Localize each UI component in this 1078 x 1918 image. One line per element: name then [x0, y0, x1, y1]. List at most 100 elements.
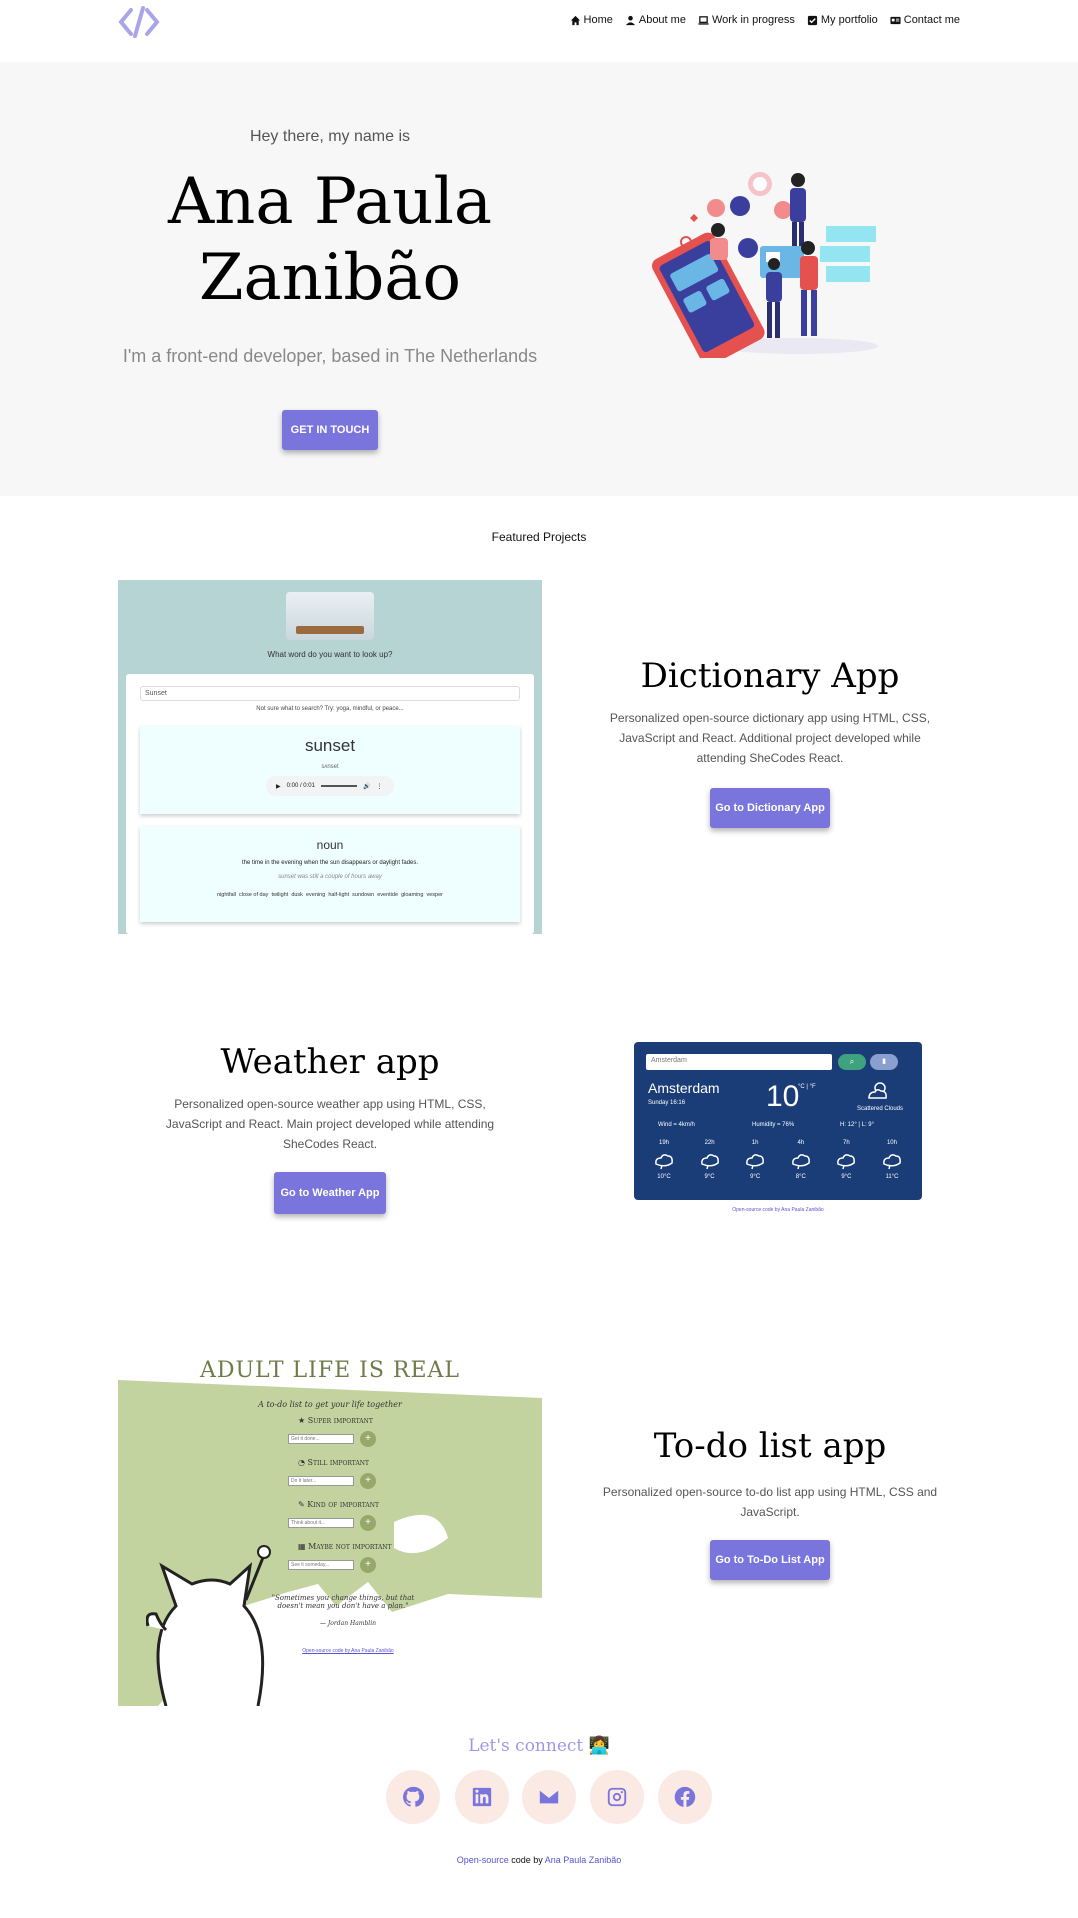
todo-section: ▦ Maybe not important See it someday... +: [288, 1542, 408, 1582]
todo-app-screenshot[interactable]: ADULT LIFE IS REAL A to-do list to get y…: [118, 1352, 542, 1706]
forecast-temp: 9°C: [841, 1174, 852, 1180]
nav-work[interactable]: Work in progress: [698, 14, 795, 26]
todo-add-button[interactable]: +: [360, 1557, 376, 1573]
todo-add-button[interactable]: +: [360, 1473, 376, 1489]
lets-connect-heading: Let's connect 👩‍💻: [468, 1736, 610, 1756]
linkedin-link[interactable]: [455, 1770, 509, 1824]
envelope-icon: [539, 1790, 559, 1804]
facebook-link[interactable]: [658, 1770, 712, 1824]
go-to-dictionary-button[interactable]: Go to Dictionary App: [710, 788, 830, 828]
code-logo-icon[interactable]: [117, 4, 161, 40]
hourly-forecast: 19h 10°C 22h 9°C 1h 9°C 4h 8°C 7h 9°C 10h 11°C: [644, 1140, 912, 1196]
forecast-temp: 8°C: [795, 1174, 806, 1180]
weather-title: Weather app: [220, 1042, 440, 1082]
hero-greeting: Hey there, my name is: [249, 128, 411, 145]
user-icon: [625, 15, 635, 25]
nav-label: Home: [583, 14, 613, 26]
todo-input[interactable]: See it someday...: [288, 1560, 354, 1570]
dict-synonyms: nightfall close of day twilight dusk eve…: [217, 892, 443, 898]
id-card-icon: [890, 16, 901, 24]
dict-example: sunset was still a couple of hours away: [278, 874, 382, 880]
linkedin-icon: [472, 1787, 492, 1807]
forecast-hour: 4h: [797, 1140, 805, 1146]
todo-section: ✎ Kind of important Think about it... +: [288, 1500, 408, 1540]
open-source-link[interactable]: Open-source: [457, 1855, 509, 1865]
audio-progress[interactable]: [320, 785, 357, 787]
weather-search-button[interactable]: ⌕: [838, 1054, 866, 1070]
todo-add-button[interactable]: +: [360, 1515, 376, 1531]
todo-input[interactable]: Get it done...: [288, 1434, 354, 1444]
dict-search-input[interactable]: Sunset: [140, 686, 520, 701]
laptop-icon: [698, 15, 709, 25]
weather-app-screenshot[interactable]: Amsterdam ⌕ ▮ Amsterdam Sunday 16:16 10 …: [634, 1042, 922, 1200]
cloud-icon: [746, 1154, 765, 1170]
weather-location-button[interactable]: ▮: [870, 1054, 898, 1070]
dict-part-of-speech: noun: [316, 838, 344, 852]
more-icon[interactable]: ⋮: [376, 783, 382, 790]
github-link[interactable]: [386, 1770, 440, 1824]
forecast-hour: 7h: [843, 1140, 850, 1146]
email-link[interactable]: [522, 1770, 576, 1824]
forecast-hour: 22h: [704, 1140, 715, 1146]
todo-section-label: ◔ Still important: [298, 1458, 369, 1467]
forecast-column: 4h 8°C: [781, 1140, 821, 1196]
dict-phonetic: sʌnset: [321, 764, 339, 770]
todo-title-heading: To-do list app: [653, 1426, 887, 1466]
weather-credit[interactable]: Open-source code by Ana Paula Zanibão: [634, 1207, 922, 1213]
dict-hint: Not sure what to search? Try: yoga, mind…: [256, 706, 404, 712]
search-icon: ⌕: [849, 1057, 855, 1066]
clock-icon: ◔: [298, 1458, 305, 1467]
cloud-icon: [883, 1154, 901, 1170]
todo-description: Personalized open-source to-do list app …: [602, 1485, 938, 1519]
forecast-temp: 11°C: [885, 1174, 899, 1180]
bar-chart-icon: ▮: [882, 1058, 886, 1065]
cat-drawing: [146, 1545, 271, 1706]
nav-portfolio[interactable]: My portfolio: [807, 14, 878, 26]
audio-time: 0:00 / 0:01: [286, 783, 315, 789]
weather-search-input[interactable]: Amsterdam: [646, 1054, 832, 1070]
forecast-column: 10h 11°C: [872, 1140, 912, 1196]
forecast-column: 19h 10°C: [644, 1140, 684, 1196]
dict-audio-player[interactable]: ▶ 0:00 / 0:01 🔊 ⋮: [266, 776, 394, 796]
todo-credit[interactable]: Open-source code by Ana Paula Zanibão: [288, 1648, 408, 1654]
forecast-temp: 9°C: [704, 1174, 715, 1180]
play-icon[interactable]: ▶: [276, 783, 281, 790]
edit-icon: ✎: [298, 1500, 305, 1509]
weather-wind: Wind = 4km/h: [658, 1122, 695, 1128]
github-icon: [402, 1786, 424, 1807]
weather-temp: 10: [766, 1080, 800, 1113]
go-to-weather-button[interactable]: Go to Weather App: [274, 1172, 386, 1214]
instagram-link[interactable]: [590, 1770, 644, 1824]
todo-section-text: Still important: [307, 1458, 370, 1467]
get-in-touch-button[interactable]: GET IN TOUCH: [282, 410, 378, 450]
todo-section-text: Maybe not important: [308, 1542, 392, 1551]
forecast-column: 1h 9°C: [735, 1140, 775, 1196]
hero-name: Ana Paula Zanibão: [118, 164, 542, 316]
todo-subtitle: A to-do list to get your life together: [258, 1400, 402, 1409]
todo-section-label: ★ Super important: [298, 1416, 373, 1425]
todo-section: ★ Super important Get it done... +: [288, 1416, 408, 1456]
todo-section-text: Super important: [307, 1416, 373, 1425]
author-link[interactable]: Ana Paula Zanibão: [545, 1855, 622, 1865]
todo-add-button[interactable]: +: [360, 1431, 376, 1447]
nav-about[interactable]: About me: [625, 14, 686, 26]
todo-input[interactable]: Do it later...: [288, 1476, 354, 1486]
dictionary-description: Personalized open-source dictionary app …: [609, 711, 931, 765]
volume-icon[interactable]: 🔊: [363, 783, 370, 790]
dictionary-app-screenshot[interactable]: What word do you want to look up? Sunset…: [118, 580, 542, 934]
go-to-todo-button[interactable]: Go to To-Do List App: [710, 1540, 830, 1580]
dict-definition: the time in the evening when the sun dis…: [241, 860, 419, 866]
nav-home[interactable]: Home: [570, 14, 613, 26]
todo-section: ◔ Still important Do it later... +: [288, 1458, 408, 1498]
todo-title: ADULT LIFE IS REAL: [199, 1358, 461, 1383]
todo-input[interactable]: Think about it...: [288, 1518, 354, 1528]
dict-prompt: What word do you want to look up?: [267, 650, 393, 659]
nav-contact[interactable]: Contact me: [890, 14, 960, 26]
top-navbar: Home About me Work in progress My portfo…: [0, 0, 1078, 62]
home-icon: [570, 15, 580, 25]
footer-text: code by: [508, 1855, 545, 1865]
hero-tagline: I'm a front-end developer, based in The …: [122, 346, 538, 366]
weather-condition: Scattered Clouds: [856, 1106, 904, 1112]
nav-label: Work in progress: [711, 14, 795, 26]
dict-word-card: sunset sʌnset ▶ 0:00 / 0:01 🔊 ⋮: [140, 726, 520, 814]
